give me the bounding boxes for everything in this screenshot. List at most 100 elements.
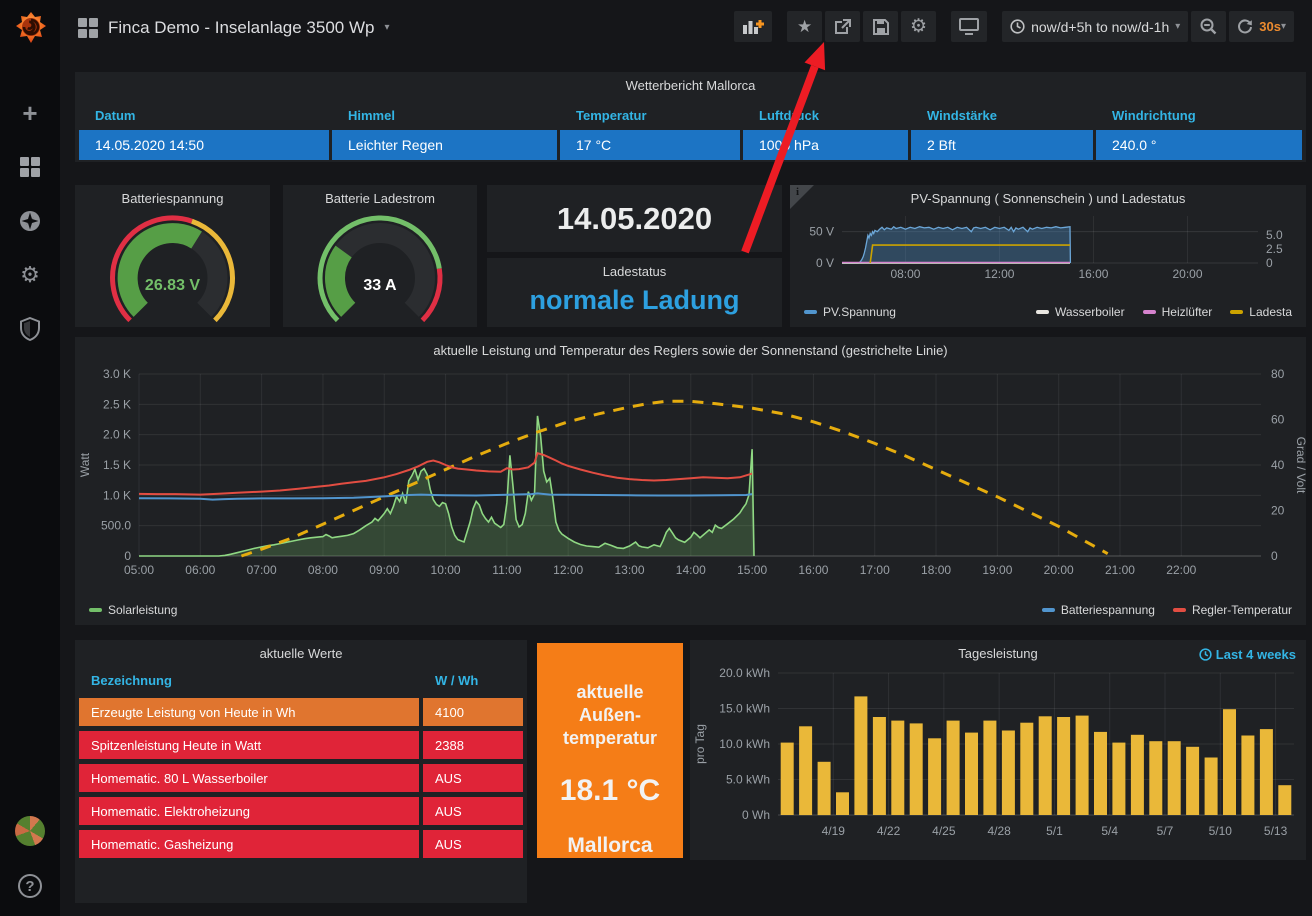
col-bezeichnung[interactable]: Bezeichnung — [79, 670, 419, 691]
time-range-label: now/d+5h to now/d-1h — [1031, 19, 1169, 35]
svg-text:14:00: 14:00 — [676, 563, 706, 577]
gauge-voltage-title: Batteriespannung — [75, 185, 270, 206]
svg-text:20:00: 20:00 — [1172, 267, 1202, 281]
user-avatar[interactable] — [15, 816, 45, 846]
panel-info-corner[interactable] — [790, 185, 814, 209]
outside-temp-location: Mallorca — [567, 834, 652, 858]
weather-col-windstaerke: Windstärke — [911, 104, 1093, 127]
clock-icon — [1010, 19, 1025, 34]
svg-text:17:00: 17:00 — [860, 563, 890, 577]
battery-current-gauge: 33 A — [283, 206, 477, 324]
svg-text:15:00: 15:00 — [737, 563, 767, 577]
top-navbar: Finca Demo - Inselanlage 3500 Wp ▾ ★ ⚙ — [60, 0, 1312, 55]
add-panel-button[interactable] — [734, 11, 772, 42]
legend-swatch — [1042, 608, 1055, 612]
settings-gear-icon[interactable]: ⚙ — [17, 262, 43, 288]
grafana-logo-icon[interactable] — [13, 10, 49, 46]
outside-temp-value: 18.1 °C — [560, 774, 660, 808]
weather-val-windstaerke: 2 Bft — [911, 130, 1093, 160]
pv-chart[interactable]: 08:0012:0016:0020:0050 V0 V5.02.50 — [790, 208, 1306, 286]
svg-text:20: 20 — [1271, 504, 1285, 518]
dashboard-title-dropdown[interactable]: Finca Demo - Inselanlage 3500 Wp ▾ — [78, 18, 390, 38]
dashboard-settings-button[interactable]: ⚙ — [901, 11, 936, 42]
svg-text:16:00: 16:00 — [798, 563, 828, 577]
battery-voltage-gauge-panel: Batteriespannung 26.83 V — [75, 185, 270, 327]
refresh-icon — [1237, 19, 1253, 35]
share-button[interactable] — [825, 11, 860, 42]
svg-text:5/1: 5/1 — [1046, 824, 1063, 838]
current-date: 14.05.2020 — [487, 185, 782, 252]
legend-item[interactable]: Heizlüfter — [1143, 305, 1213, 319]
svg-text:60: 60 — [1271, 413, 1285, 427]
time-range-badge[interactable]: Last 4 weeks — [1199, 647, 1296, 662]
svg-text:5/7: 5/7 — [1157, 824, 1174, 838]
legend-item[interactable]: PV.Spannung — [804, 305, 896, 319]
gauge-current-title: Batterie Ladestrom — [283, 185, 477, 206]
svg-text:26.83 V: 26.83 V — [145, 277, 200, 294]
svg-text:15.0 kWh: 15.0 kWh — [719, 702, 770, 716]
help-icon[interactable]: ? — [18, 874, 42, 898]
svg-text:10:00: 10:00 — [431, 563, 461, 577]
time-range-badge-label: Last 4 weeks — [1216, 647, 1296, 662]
star-button[interactable]: ★ — [787, 11, 822, 42]
save-button[interactable] — [863, 11, 898, 42]
svg-text:11:00: 11:00 — [492, 563, 521, 577]
weather-val-himmel: Leichter Regen — [332, 130, 557, 160]
chevron-down-icon: ▾ — [1175, 21, 1180, 32]
legend-swatch — [1173, 608, 1186, 612]
weather-value-row: 14.05.2020 14:50 Leichter Regen 17 °C 10… — [79, 130, 1302, 160]
legend-item[interactable]: Ladesta — [1230, 305, 1292, 319]
svg-text:5.0 kWh: 5.0 kWh — [726, 773, 770, 787]
svg-text:0 V: 0 V — [816, 256, 834, 270]
battery-voltage-gauge: 26.83 V — [75, 206, 270, 324]
svg-text:06:00: 06:00 — [185, 563, 215, 577]
svg-text:1.0 K: 1.0 K — [103, 488, 131, 502]
svg-text:4/19: 4/19 — [822, 824, 846, 838]
svg-text:4/25: 4/25 — [932, 824, 956, 838]
explore-icon[interactable] — [17, 208, 43, 234]
legend-swatch — [89, 608, 102, 612]
svg-text:4/22: 4/22 — [877, 824, 901, 838]
table-row: Erzeugte Leistung von Heute in Wh4100 — [79, 698, 523, 726]
tv-cycle-button[interactable] — [951, 11, 987, 42]
svg-text:2.5: 2.5 — [1266, 242, 1283, 256]
weather-header-row: Datum Himmel Temperatur Luftdruck Windst… — [79, 104, 1302, 127]
time-range-picker[interactable]: now/d+5h to now/d-1h ▾ — [1002, 11, 1188, 42]
svg-text:pro Tag: pro Tag — [693, 724, 707, 764]
svg-text:13:00: 13:00 — [614, 563, 644, 577]
charge-status-value: normale Ladung — [487, 285, 782, 316]
svg-text:1.5 K: 1.5 K — [103, 458, 131, 472]
svg-text:20.0 kWh: 20.0 kWh — [719, 666, 770, 680]
svg-text:19:00: 19:00 — [982, 563, 1012, 577]
svg-text:20:00: 20:00 — [1044, 563, 1074, 577]
legend-swatch — [804, 310, 817, 314]
daily-output-chart[interactable]: 0 Wh5.0 kWh10.0 kWh15.0 kWh20.0 kWh4/194… — [690, 663, 1306, 851]
svg-text:10.0 kWh: 10.0 kWh — [719, 737, 770, 751]
main-chart[interactable]: 05:0006:0007:0008:0009:0010:0011:0012:00… — [75, 360, 1306, 592]
legend-swatch — [1036, 310, 1049, 314]
legend-item[interactable]: Regler-Temperatur — [1173, 603, 1292, 617]
legend-item[interactable]: Solarleistung — [89, 603, 177, 617]
date-panel: 14.05.2020 — [487, 185, 782, 252]
svg-text:2.5 K: 2.5 K — [103, 397, 131, 411]
chevron-down-icon: ▾ — [1281, 21, 1286, 32]
legend-item[interactable]: Batteriespannung — [1042, 603, 1155, 617]
table-row: Homematic. ElektroheizungAUS — [79, 797, 523, 825]
weather-col-windrichtung: Windrichtung — [1096, 104, 1302, 127]
weather-panel: Wetterbericht Mallorca Datum Himmel Temp… — [75, 72, 1306, 162]
col-w-wh[interactable]: W / Wh — [423, 670, 523, 691]
current-values-panel: aktuelle Werte Bezeichnung W / Wh Erzeug… — [75, 640, 527, 903]
dashboards-icon[interactable] — [17, 154, 43, 180]
zoom-out-button[interactable] — [1191, 11, 1226, 42]
legend-swatch — [1143, 310, 1156, 314]
svg-text:22:00: 22:00 — [1166, 563, 1196, 577]
legend-item[interactable]: Wasserboiler — [1036, 305, 1125, 319]
pv-legend: PV.Spannung Wasserboiler Heizlüfter Ladesta — [804, 305, 1292, 319]
refresh-button[interactable]: 30s ▾ — [1229, 11, 1294, 42]
daily-output-panel: Tagesleistung Last 4 weeks 0 Wh5.0 kWh10… — [690, 640, 1306, 860]
add-icon[interactable]: + — [17, 100, 43, 126]
weather-val-windrichtung: 240.0 ° — [1096, 130, 1302, 160]
svg-text:33 A: 33 A — [363, 277, 397, 294]
weather-col-datum: Datum — [79, 104, 329, 127]
admin-shield-icon[interactable] — [17, 316, 43, 342]
